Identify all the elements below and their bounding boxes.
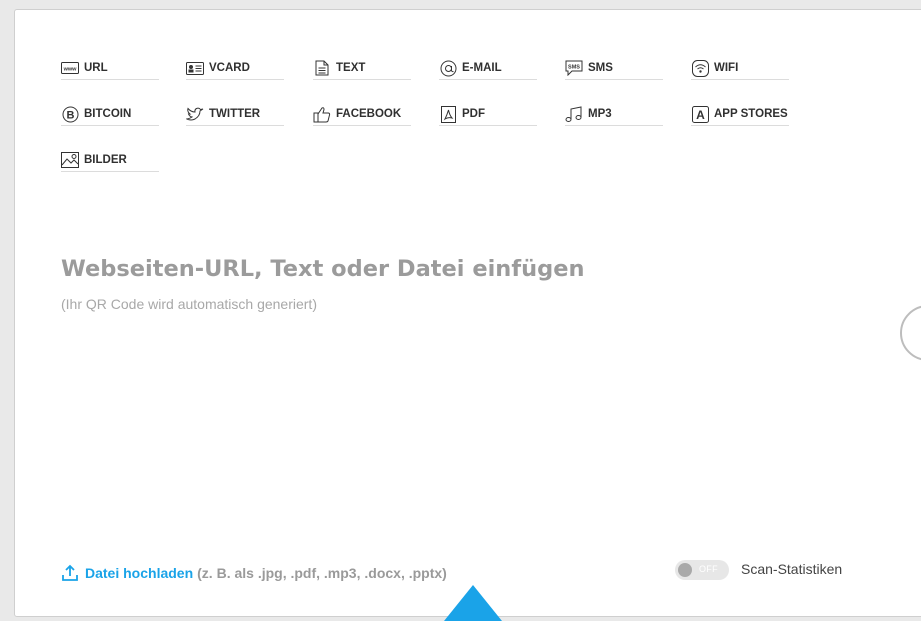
input-placeholder-title[interactable]: Webseiten-URL, Text oder Datei einfügen [61,256,585,282]
input-placeholder-subtitle: (Ihr QR Code wird automatisch generiert) [61,296,317,312]
contact-card-icon [186,60,204,76]
pdf-icon [439,105,457,123]
tab-email[interactable]: E-MAIL [439,57,537,80]
svg-text:SMS: SMS [568,65,580,71]
upload-file-link[interactable]: Datei hochladen [85,565,193,581]
music-note-icon [565,105,583,122]
tab-wifi[interactable]: WIFI [691,57,789,80]
tab-app-stores[interactable]: A APP STORES [691,103,789,126]
image-icon [61,152,79,168]
upload-file-hint: (z. B. als .jpg, .pdf, .mp3, .docx, .ppt… [197,565,447,581]
scan-stats-label: Scan-Statistiken [741,561,843,577]
tab-label: VCARD [209,62,250,74]
pointer-triangle [444,585,502,621]
twitter-bird-icon [186,106,204,122]
svg-text:A: A [696,108,705,122]
tab-twitter[interactable]: TWITTER [186,103,284,126]
tab-text[interactable]: TEXT [313,57,411,80]
toggle-knob [678,563,692,577]
document-icon [313,60,331,76]
svg-text:B: B [66,109,74,121]
scan-stats-toggle[interactable]: OFF [675,560,729,580]
www-icon: www [61,60,79,76]
svg-text:www: www [63,67,78,73]
tab-label: APP STORES [714,108,788,120]
tab-label: MP3 [588,108,612,120]
tab-label: SMS [588,62,613,74]
tab-label: TWITTER [209,108,261,120]
tab-label: FACEBOOK [336,108,402,120]
tab-label: PDF [462,108,485,120]
upload-icon[interactable] [61,564,79,582]
thumbs-up-icon [313,106,331,122]
app-store-icon: A [691,105,709,123]
tab-mp3[interactable]: MP3 [565,103,663,126]
at-sign-icon [439,60,457,76]
file-upload-row: Datei hochladen (z. B. als .jpg, .pdf, .… [61,564,447,582]
tab-label: BITCOIN [84,108,132,120]
tab-bilder[interactable]: BILDER [61,149,159,172]
qr-input-card [14,9,921,617]
tab-label: E-MAIL [462,62,502,74]
tab-url[interactable]: www URL [61,57,159,80]
tab-bitcoin[interactable]: B BITCOIN [61,103,159,126]
tab-facebook[interactable]: FACEBOOK [313,103,411,126]
tab-label: TEXT [336,62,366,74]
tab-label: BILDER [84,154,127,166]
tab-pdf[interactable]: PDF [439,103,537,126]
sms-bubble-icon: SMS [565,60,583,76]
wifi-icon [691,59,709,77]
tab-sms[interactable]: SMS SMS [565,57,663,80]
tab-label: WIFI [714,62,739,74]
bitcoin-icon: B [61,106,79,122]
toggle-state-text: OFF [699,564,718,574]
tab-vcard[interactable]: VCARD [186,57,284,80]
tab-label: URL [84,62,108,74]
